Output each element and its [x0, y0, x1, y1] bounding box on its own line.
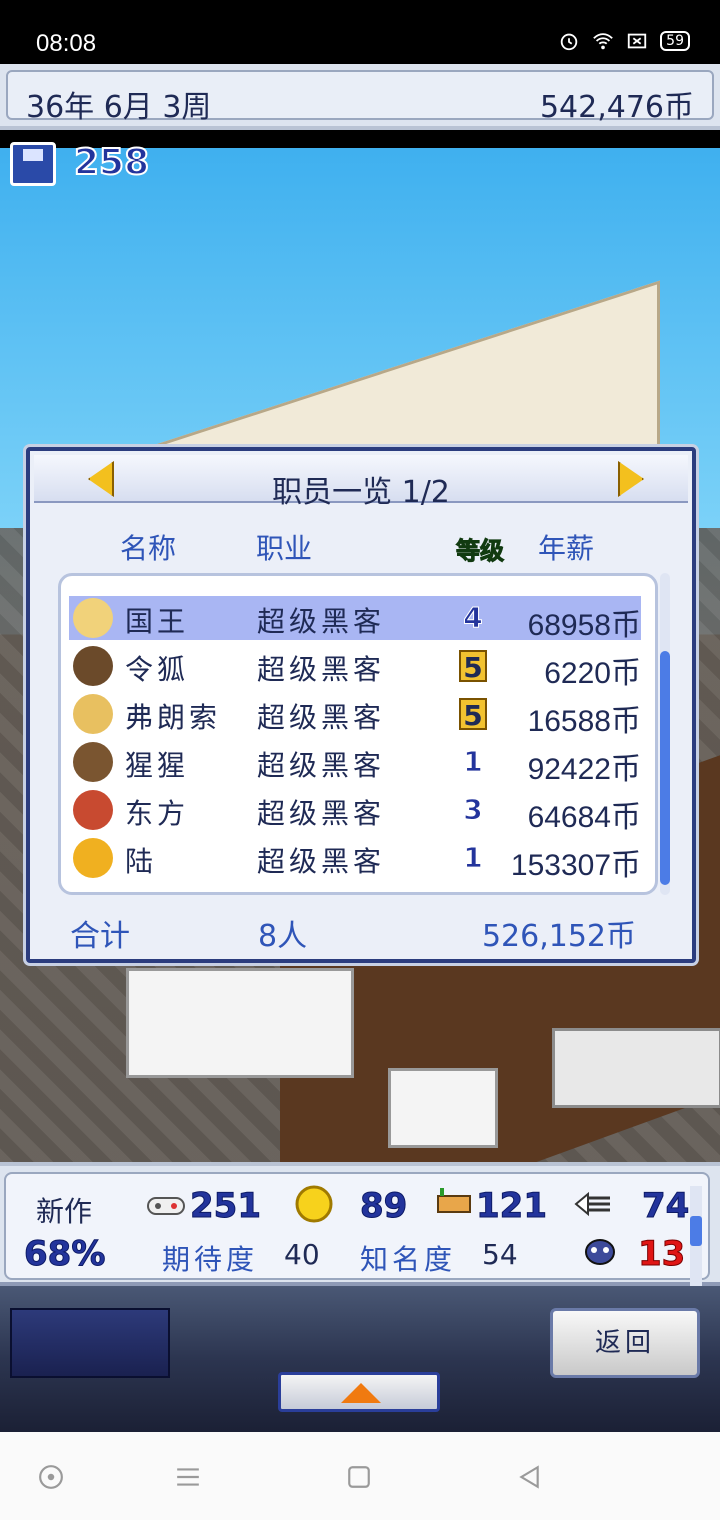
- staff-row[interactable]: 猩猩 超级黑客 1 92422币: [69, 740, 641, 786]
- floppy-disk-icon[interactable]: [10, 142, 56, 186]
- stats-scrollbar-thumb[interactable]: [690, 1216, 702, 1246]
- battery-icon: 59: [660, 31, 690, 51]
- staff-level: 4: [463, 601, 483, 634]
- sound-icon: [574, 1191, 610, 1217]
- progress-percent: 68%: [23, 1234, 106, 1275]
- screen-record-icon: [628, 33, 647, 49]
- staff-salary: 6220币: [544, 657, 641, 690]
- expectation-value: 40: [284, 1238, 320, 1271]
- bug-count: 13: [637, 1234, 686, 1275]
- assistant-icon[interactable]: [38, 1464, 64, 1490]
- back-nav-icon[interactable]: [516, 1464, 542, 1490]
- staff-job: 超级黑客: [257, 749, 386, 782]
- staff-row[interactable]: 国王 超级黑客 4 68958币: [69, 596, 641, 642]
- staff-level: 3: [463, 793, 483, 826]
- staff-job: 超级黑客: [257, 653, 386, 686]
- creativity-value: 89: [359, 1186, 408, 1227]
- stats-scrollbar[interactable]: [690, 1186, 702, 1286]
- staff-level: 1: [463, 745, 483, 778]
- menu-icon[interactable]: [174, 1464, 202, 1490]
- expand-button[interactable]: [278, 1372, 440, 1412]
- staff-salary: 16588币: [527, 705, 641, 738]
- back-button[interactable]: 返回: [550, 1308, 700, 1378]
- staff-name: 陆: [125, 845, 158, 878]
- staff-name: 令狐: [125, 653, 190, 686]
- staff-avatar: [73, 694, 113, 734]
- coin-icon: [295, 1185, 333, 1223]
- staff-row[interactable]: 弗朗索 超级黑客 5 16588币: [69, 692, 641, 738]
- staff-level: 1: [463, 841, 483, 874]
- total-count: 8人: [258, 919, 308, 954]
- system-nav-bar: [0, 1432, 720, 1520]
- staff-list-panel: 职员一览 1/2 名称 职业 等级 年薪 国王 超级黑客 4 68958币 令狐 超级黑客…: [26, 447, 696, 963]
- wifi-icon: [593, 33, 613, 50]
- staff-salary: 153307币: [510, 849, 641, 882]
- graphics-value: 121: [476, 1186, 548, 1227]
- fun-value: 251: [190, 1186, 262, 1227]
- staff-job: 超级黑客: [257, 797, 386, 830]
- new-work-label: 新作: [36, 1195, 93, 1228]
- column-header-level[interactable]: 等级: [456, 531, 505, 566]
- bookshelf[interactable]: [552, 1028, 720, 1108]
- controller-icon: [147, 1197, 185, 1215]
- project-stats-bar: 新作 68% 251 89 121 74 期待度 40 知名度 54 13: [0, 1162, 720, 1286]
- staff-avatar: [73, 598, 113, 638]
- office-desk[interactable]: [388, 1068, 498, 1148]
- top-info-bar: 36年 6月 3周 542,476币: [0, 64, 720, 130]
- staff-name: 东方: [125, 797, 190, 830]
- staff-level: 5: [459, 650, 487, 684]
- staff-job: 超级黑客: [257, 605, 386, 638]
- graphics-icon: [437, 1188, 471, 1213]
- staff-level: 5: [459, 698, 487, 732]
- menu-panel-button[interactable]: [10, 1308, 170, 1378]
- research-points: 258: [73, 141, 150, 184]
- status-bar: 08:08 59: [0, 0, 720, 64]
- staff-job: 超级黑客: [257, 701, 386, 734]
- staff-avatar: [73, 838, 113, 878]
- alarm-icon: [560, 33, 578, 51]
- clock: 08:08: [36, 30, 97, 57]
- fame-value: 54: [482, 1238, 518, 1271]
- staff-name: 弗朗索: [125, 701, 222, 734]
- panel-header: 职员一览 1/2: [34, 455, 688, 510]
- home-icon[interactable]: [346, 1464, 372, 1490]
- total-salary: 526,152币: [481, 919, 636, 954]
- funds: 542,476币: [539, 90, 694, 125]
- staff-avatar: [73, 742, 113, 782]
- staff-row[interactable]: 东方 超级黑客 3 64684币: [69, 788, 641, 834]
- bottom-controls: 返回: [0, 1286, 720, 1432]
- total-label: 合计: [70, 919, 130, 954]
- up-arrow-icon: [341, 1383, 381, 1403]
- column-header-job[interactable]: 职业: [256, 527, 312, 567]
- office-desk[interactable]: [126, 968, 354, 1078]
- fame-label: 知名度: [360, 1243, 457, 1276]
- staff-job: 超级黑客: [257, 845, 386, 878]
- game-date: 36年 6月 3周: [26, 90, 212, 125]
- staff-salary: 64684币: [527, 801, 641, 834]
- staff-avatar: [73, 790, 113, 830]
- staff-name: 猩猩: [125, 749, 190, 782]
- expectation-label: 期待度: [162, 1243, 259, 1276]
- status-icons: 59: [558, 30, 690, 52]
- staff-row[interactable]: 陆 超级黑客 1 153307币: [69, 836, 641, 882]
- staff-row[interactable]: 令狐 超级黑客 5 6220币: [69, 644, 641, 690]
- sound-value: 74: [641, 1186, 690, 1227]
- staff-salary: 68958币: [527, 609, 641, 642]
- list-scrollbar[interactable]: [660, 573, 670, 895]
- staff-list: 国王 超级黑客 4 68958币 令狐 超级黑客 5 6220币 弗朗索 超级黑客 5 16588币猩…: [58, 573, 658, 895]
- column-header-name[interactable]: 名称: [120, 527, 176, 567]
- staff-name: 国王: [125, 605, 190, 638]
- panel-title: 职员一览 1/2: [272, 475, 450, 510]
- scrollbar-thumb[interactable]: [660, 651, 670, 885]
- bug-icon: [585, 1239, 615, 1265]
- column-header-salary[interactable]: 年薪: [538, 527, 594, 567]
- staff-avatar: [73, 646, 113, 686]
- staff-salary: 92422币: [527, 753, 641, 786]
